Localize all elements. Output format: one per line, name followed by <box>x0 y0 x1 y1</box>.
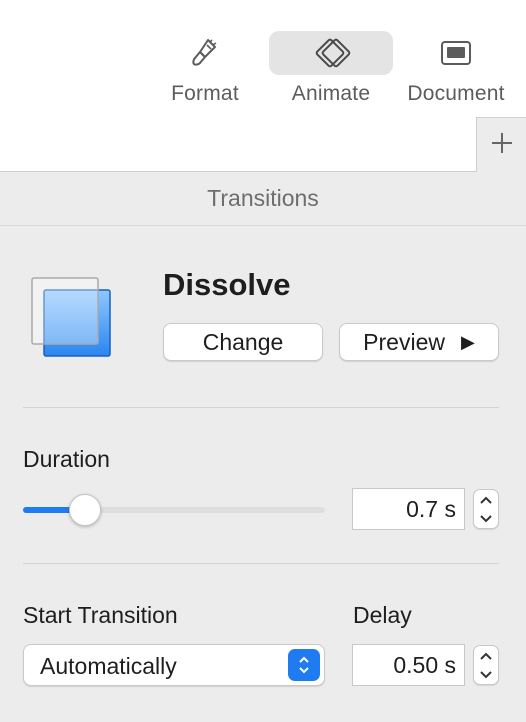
diamond-animate-icon <box>269 31 393 75</box>
animate-tab[interactable]: Animate <box>267 30 395 114</box>
animate-tab-label: Animate <box>291 82 371 105</box>
preview-button[interactable]: Preview ▶ <box>339 323 499 361</box>
delay-label: Delay <box>353 602 412 628</box>
duration-label: Duration <box>23 446 110 472</box>
slider-knob[interactable] <box>68 494 101 526</box>
start-transition-label: Start Transition <box>23 602 178 628</box>
document-tab-label: Document <box>407 82 505 105</box>
add-button[interactable] <box>476 117 526 172</box>
plus-icon <box>490 131 514 160</box>
duration-stepper[interactable] <box>473 489 499 529</box>
duration-field[interactable]: 0.7 s <box>352 488 465 530</box>
document-slide-icon <box>394 31 518 75</box>
stepper-down-icon[interactable] <box>474 509 498 528</box>
delay-stepper[interactable] <box>473 645 499 685</box>
format-tab[interactable]: Format <box>141 30 269 114</box>
delay-field[interactable]: 0.50 s <box>352 644 465 686</box>
play-triangle-icon: ▶ <box>460 332 475 352</box>
inspector-toolbar: Format Animate Document <box>0 0 526 172</box>
document-tab[interactable]: Document <box>392 30 520 114</box>
stepper-up-icon[interactable] <box>474 646 498 665</box>
effect-name: Dissolve <box>163 267 291 302</box>
change-button-label: Change <box>202 328 284 355</box>
stepper-down-icon[interactable] <box>474 665 498 684</box>
stepper-up-icon[interactable] <box>474 490 498 509</box>
preview-button-label: Preview <box>363 328 445 355</box>
change-button[interactable]: Change <box>163 323 323 361</box>
duration-slider[interactable] <box>23 490 325 530</box>
section-title: Transitions <box>0 172 526 226</box>
divider <box>23 563 499 564</box>
chevron-up-down-icon <box>288 649 320 681</box>
transition-thumbnail <box>28 274 114 360</box>
divider <box>23 407 499 408</box>
paintbrush-icon <box>143 31 267 75</box>
start-transition-select[interactable]: Automatically <box>23 644 325 686</box>
start-transition-value: Automatically <box>40 653 177 679</box>
format-tab-label: Format <box>171 82 239 105</box>
